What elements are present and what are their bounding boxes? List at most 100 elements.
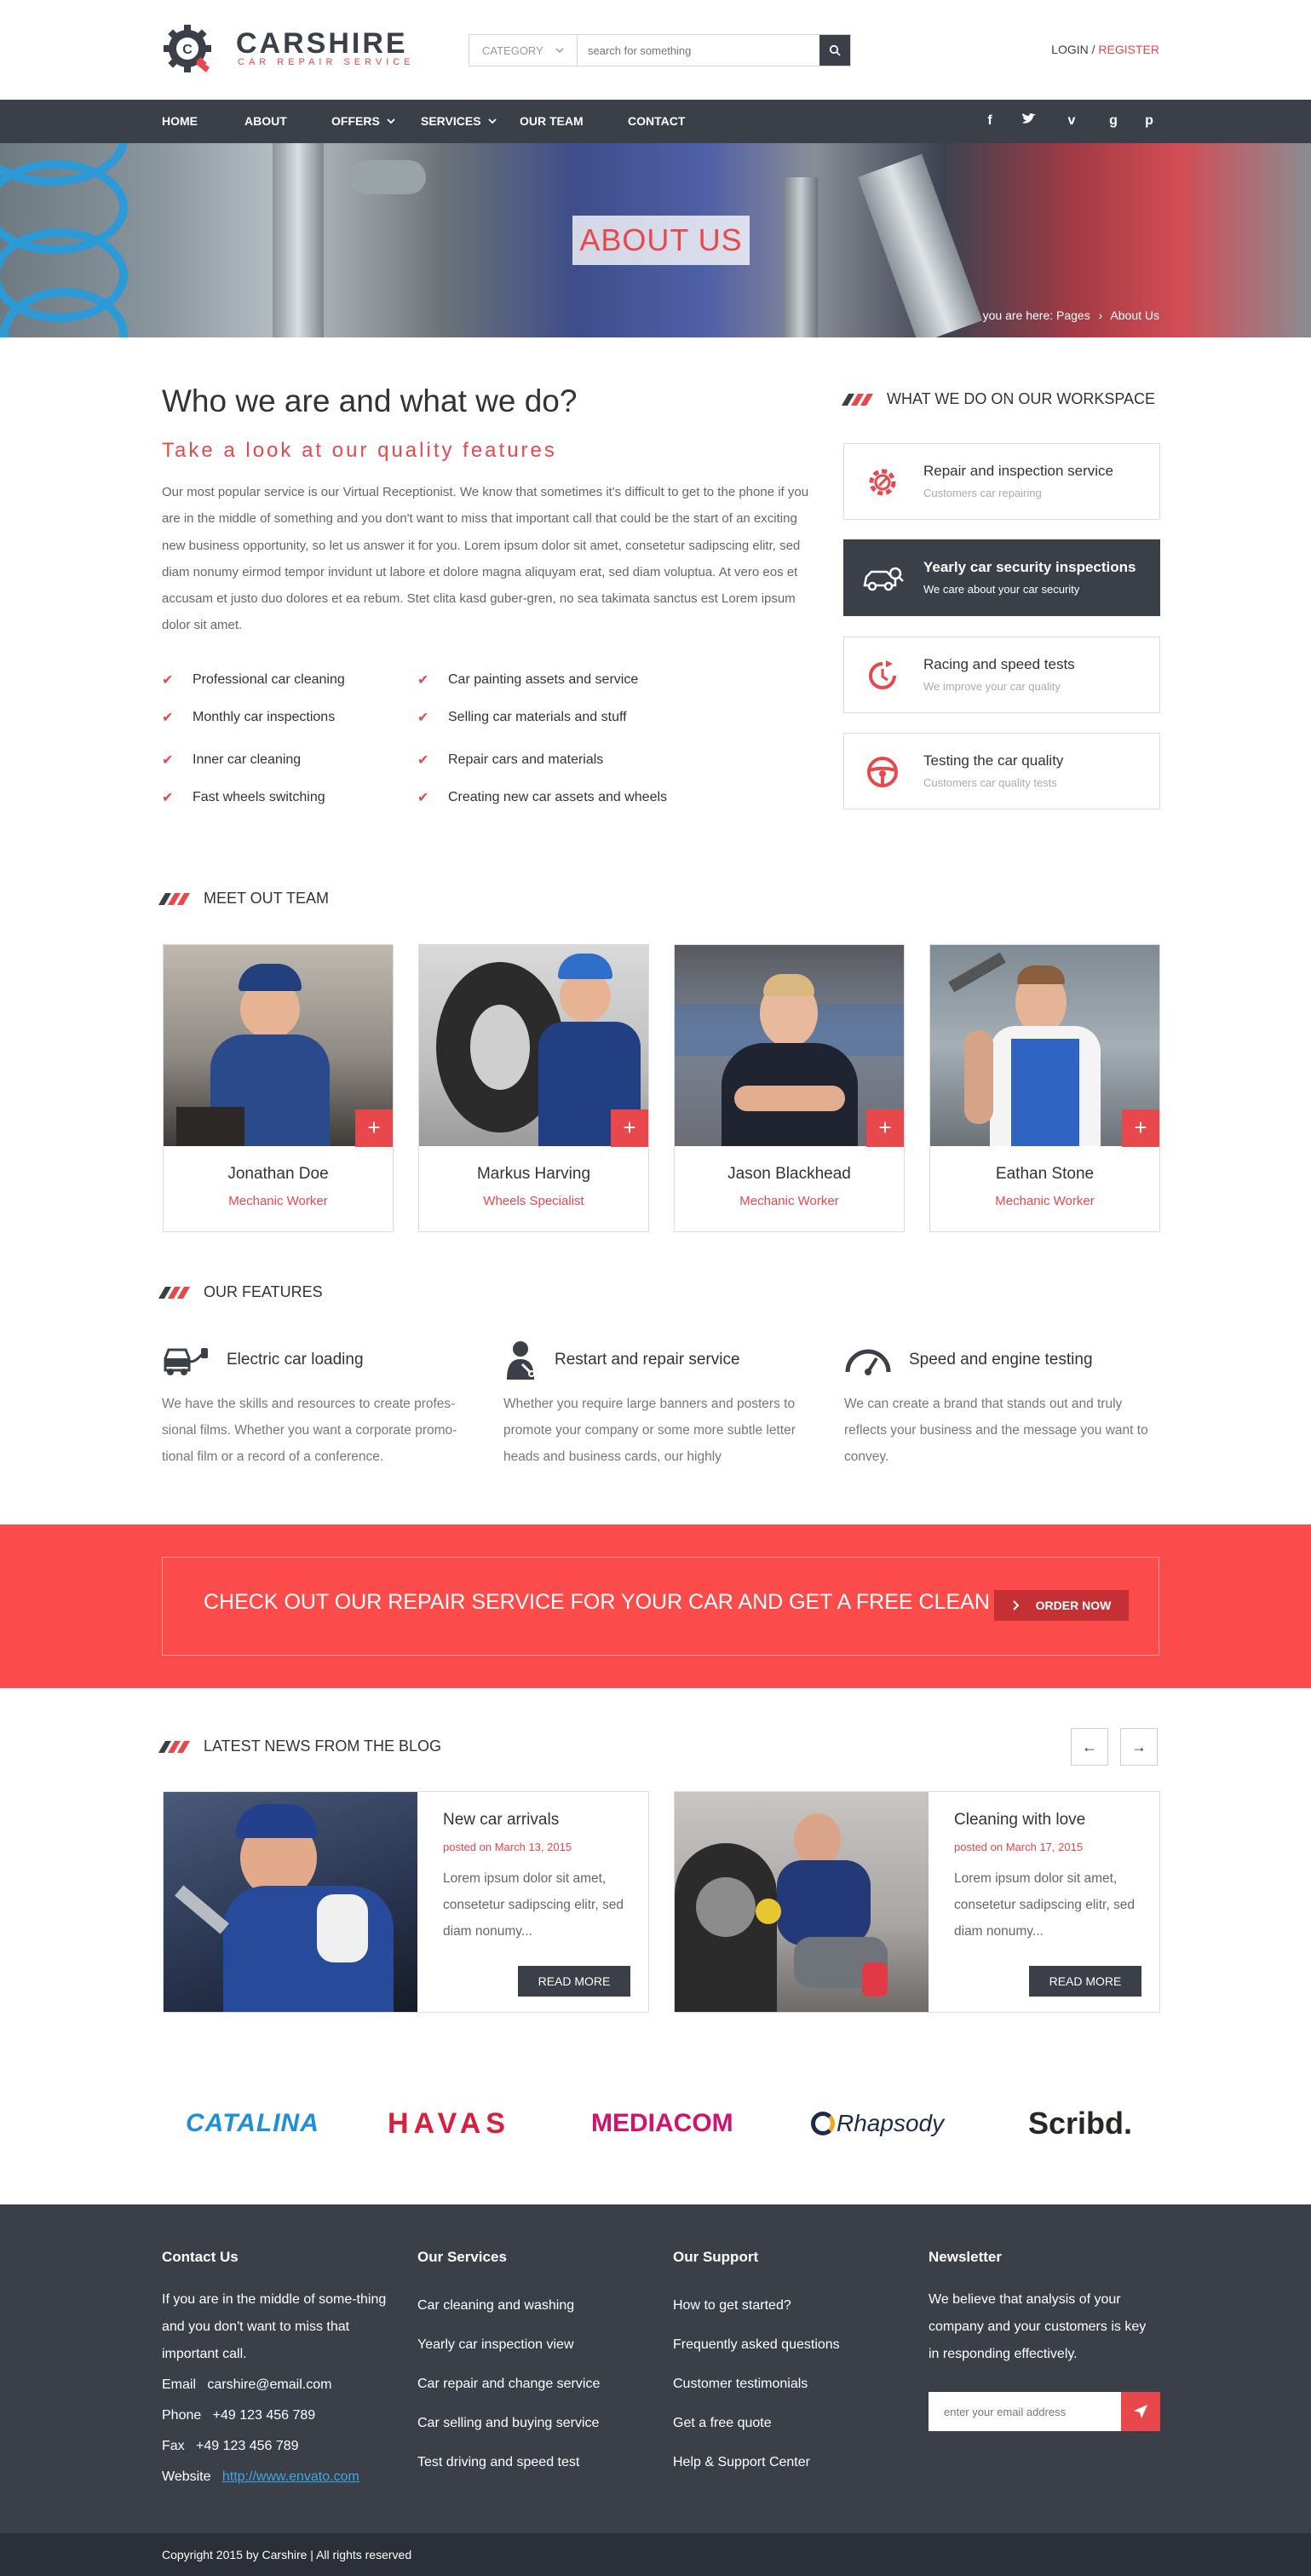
brand-logo-mediacom[interactable]: MEDIACOM [591,2106,733,2141]
team-card[interactable]: + Eathan Stone Mechanic Worker [929,944,1160,1232]
mechanic-icon [507,1341,535,1380]
rhapsody-mark-icon [811,2112,835,2135]
category-label: CATEGORY [482,43,543,57]
service-title: Racing and speed tests [923,656,1075,672]
footer-link[interactable]: Yearly car inspection view [417,2325,649,2365]
email-value[interactable]: carshire@email.com [207,2377,331,2392]
footer-link[interactable]: Car repair and change service [417,2365,649,2404]
steering-wheel-icon [861,751,904,793]
nav-services[interactable]: SERVICES [421,114,497,128]
add-member-button[interactable]: + [355,1109,393,1147]
vimeo-icon[interactable]: v [1063,112,1080,130]
newsletter-email-input[interactable] [929,2392,1121,2431]
nav-label: OUR TEAM [520,114,584,128]
checklist-item: ✔ Monthly car inspections [162,709,335,726]
newsletter-form [929,2392,1160,2431]
facebook-icon[interactable]: f [981,112,998,130]
brand-logo-rhapsody[interactable]: Rhapsody [837,2106,944,2141]
footer-heading: Contact Us [162,2249,239,2265]
nav-about[interactable]: ABOUT [244,114,287,128]
check-icon: ✔ [417,791,429,805]
team-card[interactable]: + Jason Blackhead Mechanic Worker [674,944,905,1232]
nav-label: HOME [162,114,198,128]
team-card[interactable]: + Jonathan Doe Mechanic Worker [163,944,394,1232]
fax-label: Fax [162,2439,185,2453]
read-more-button[interactable]: READ MORE [518,1966,630,1997]
blog-next-button[interactable]: → [1120,1728,1158,1766]
page-hero: ABOUT US you are here: Pages › About Us [0,143,1311,337]
login-link[interactable]: LOGIN [1051,43,1089,56]
checklist-item: ✔ Selling car materials and stuff [417,709,627,726]
blog-post: New car arrivals posted on March 13, 201… [163,1791,649,2013]
checklist-label: Monthly car inspections [193,710,336,724]
register-link[interactable]: REGISTER [1098,43,1159,56]
footer-link[interactable]: Frequently asked questions [673,2325,905,2365]
service-subtitle: We care about your car security [923,583,1080,596]
order-now-button[interactable]: ORDER NOW [994,1590,1129,1621]
hero-tool-image [349,160,426,194]
footer-heading: Our Support [673,2249,759,2265]
google-plus-icon[interactable]: g [1105,112,1122,130]
footer-link[interactable]: Car cleaning and washing [417,2286,649,2325]
post-date: posted on March 17, 2015 [954,1841,1084,1853]
footer-link[interactable]: How to get started? [673,2286,905,2325]
hero-tool-image [784,177,818,337]
footer-link[interactable]: Car selling and buying service [417,2404,649,2443]
check-icon: ✔ [162,673,174,688]
speed-clock-icon [861,654,904,697]
section-slash-icon [158,1286,191,1299]
promo-text: CHECK OUT OUR REPAIR SERVICE FOR YOUR CA… [204,1590,990,1614]
arrow-right-icon: → [1131,1738,1147,1755]
brand-logo-havas[interactable]: HAVAS [388,2106,510,2141]
speedometer-icon [845,1349,891,1375]
footer-link[interactable]: Help & Support Center [673,2443,905,2482]
nav-contact[interactable]: CONTACT [628,114,685,128]
footer-link[interactable]: Test driving and speed test [417,2443,649,2482]
website-link[interactable]: http://www.envato.com [222,2469,359,2484]
service-card[interactable]: Testing the car quality Customers car qu… [843,733,1160,810]
about-heading: Who we are and what we do? [162,383,578,418]
logo-gear-icon[interactable]: C [162,23,213,74]
breadcrumb-link[interactable]: you are here: Pages [983,308,1090,322]
add-member-button[interactable]: + [1122,1109,1159,1147]
nav-label: SERVICES [421,114,481,128]
footer-fax: Fax +49 123 456 789 [162,2433,394,2460]
read-more-button[interactable]: READ MORE [1029,1966,1141,1997]
brand-logo-scribd[interactable]: Scribd. [1028,2106,1132,2141]
footer-link[interactable]: Customer testimonials [673,2365,905,2404]
service-subtitle: Customers car repairing [923,487,1042,499]
nav-label: OFFERS [331,114,380,128]
category-select[interactable]: CATEGORY [469,35,578,66]
website-label: Website [162,2469,211,2484]
workspace-heading: WHAT WE DO ON OUR WORKSPACE [841,390,1155,408]
post-title[interactable]: Cleaning with love [954,1811,1085,1830]
blog-post-image[interactable] [675,1792,929,2012]
pinterest-icon[interactable]: p [1141,112,1158,130]
blog-post-image[interactable] [164,1792,417,2012]
nav-home[interactable]: HOME [162,114,198,128]
nav-label: ABOUT [244,114,287,128]
team-card[interactable]: + Markus Harving Wheels Specialist [418,944,649,1232]
blog-prev-button[interactable]: ← [1071,1728,1108,1766]
add-member-button[interactable]: + [611,1109,648,1147]
copyright-text: Copyright 2015 by Carshire | All rights … [162,2548,412,2562]
nav-offers[interactable]: OFFERS [331,114,395,128]
service-card[interactable]: Repair and inspection service Customers … [843,443,1160,520]
checklist-label: Selling car materials and stuff [448,710,627,724]
nav-our-team[interactable]: OUR TEAM [520,114,584,128]
search-input[interactable] [578,35,819,66]
twitter-icon[interactable] [1021,112,1038,130]
check-icon: ✔ [162,791,174,805]
service-card[interactable]: Racing and speed tests We improve your c… [843,637,1160,713]
newsletter-submit-button[interactable] [1121,2392,1160,2431]
service-card[interactable]: Yearly car security inspections We care … [843,539,1160,616]
section-slash-icon [841,393,874,406]
post-title[interactable]: New car arrivals [443,1811,559,1830]
footer-contact: Contact Us If you are in the middle of s… [162,2249,394,2491]
search-button[interactable] [819,35,850,66]
footer-link[interactable]: Get a free quote [673,2404,905,2443]
brand-logo-catalina[interactable]: CATALINA [186,2106,319,2141]
feature-title: Restart and repair service [555,1351,740,1369]
add-member-button[interactable]: + [866,1109,904,1147]
logo-name[interactable]: CARSHIRE [236,27,408,61]
